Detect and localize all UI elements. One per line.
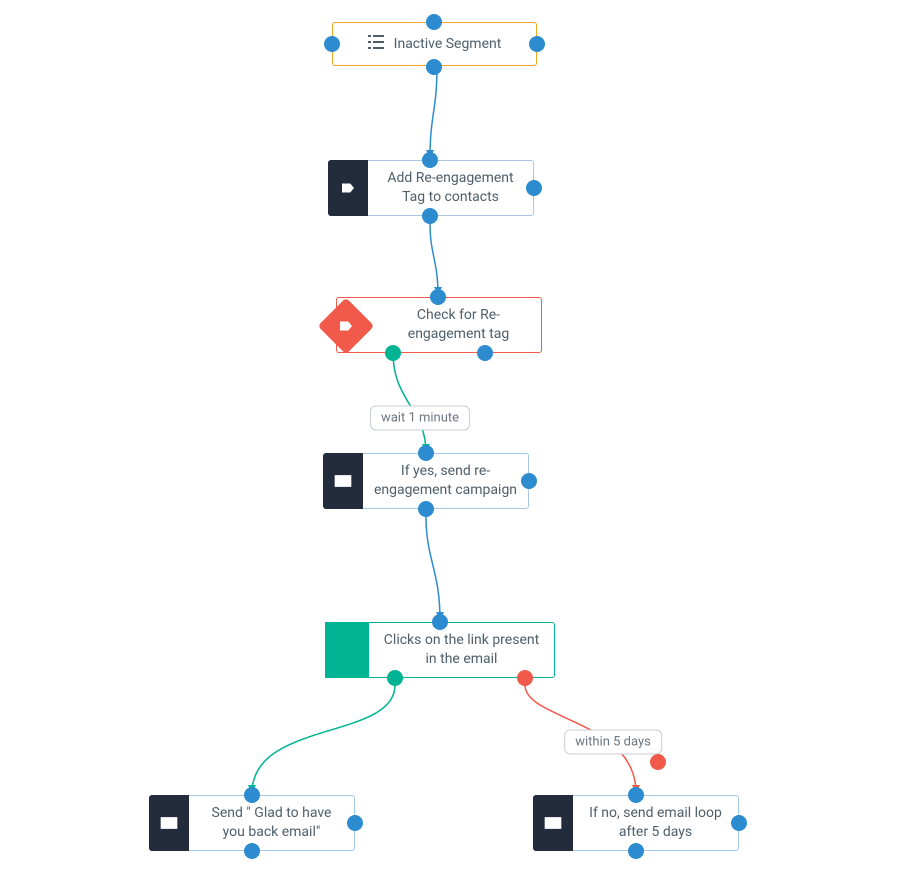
pill-label: wait 1 minute [381, 411, 459, 426]
node-label: Inactive Segment [394, 36, 502, 52]
port-right[interactable] [347, 815, 363, 831]
decision-icon [325, 622, 369, 678]
port-top[interactable] [244, 787, 260, 803]
port-top[interactable] [430, 289, 446, 305]
port-right[interactable] [521, 473, 537, 489]
port-bottom[interactable] [426, 59, 442, 75]
mail-icon [533, 795, 573, 851]
node-label: Clicks on the link present in the email [369, 623, 554, 677]
node-clicks-link[interactable]: Clicks on the link present in the email [325, 622, 555, 678]
node-label: Check for Re-engagement tag [376, 298, 541, 352]
pill-label: within 5 days [575, 735, 651, 750]
port-top[interactable] [628, 787, 644, 803]
port-top[interactable] [426, 14, 442, 30]
port-no[interactable] [517, 670, 533, 686]
port-left[interactable] [324, 36, 340, 52]
port-bottom[interactable] [628, 843, 644, 859]
port-bottom[interactable] [418, 501, 434, 517]
node-label: If no, send email loop after 5 days [573, 796, 738, 850]
port-right[interactable] [529, 36, 545, 52]
node-label: Add Re-engagement Tag to contacts [368, 161, 533, 215]
wait-badge[interactable]: wait 1 minute [370, 406, 470, 431]
connectors [0, 0, 900, 896]
port-pill[interactable] [650, 754, 666, 770]
port-yes[interactable] [387, 670, 403, 686]
node-label: If yes, send re-engagement campaign [363, 454, 528, 508]
node-check-tag[interactable]: Check for Re-engagement tag [336, 297, 542, 353]
delay-badge[interactable]: within 5 days [564, 730, 662, 755]
port-bottom[interactable] [422, 208, 438, 224]
list-icon [368, 35, 384, 53]
tag-icon [318, 298, 375, 355]
port-top[interactable] [422, 152, 438, 168]
port-top[interactable] [418, 445, 434, 461]
node-label: Send " Glad to have you back email" [189, 796, 354, 850]
port-bottom[interactable] [244, 843, 260, 859]
mail-icon [149, 795, 189, 851]
port-right[interactable] [731, 815, 747, 831]
port-top[interactable] [432, 614, 448, 630]
mail-icon [323, 453, 363, 509]
workflow-canvas[interactable]: Inactive Segment Add Re-engagement Tag t… [0, 0, 900, 896]
port-yes[interactable] [385, 345, 401, 361]
tag-icon [328, 160, 368, 216]
port-right[interactable] [526, 180, 542, 196]
port-no[interactable] [477, 345, 493, 361]
